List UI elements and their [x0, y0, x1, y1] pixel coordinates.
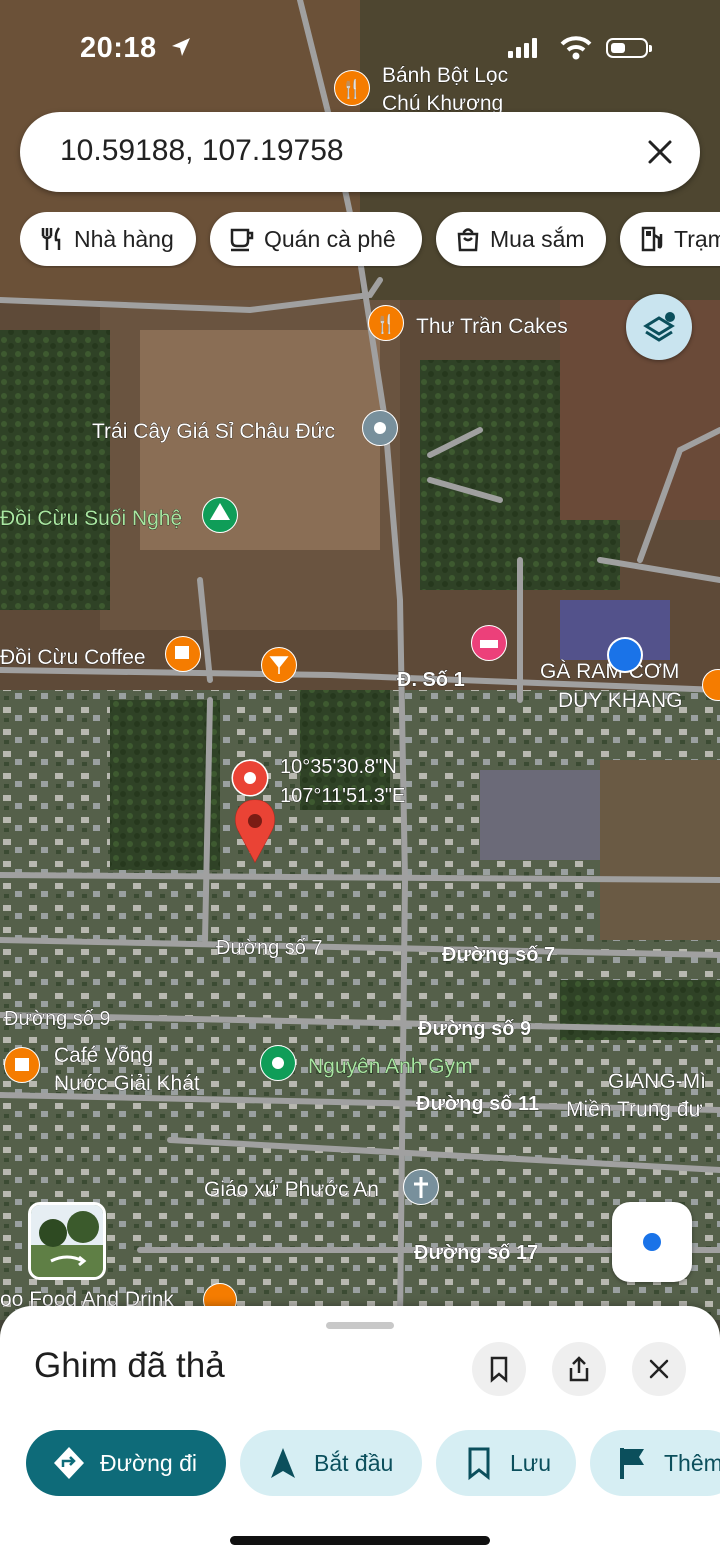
status-time: 20:18 — [80, 32, 157, 64]
satellite-map[interactable]: 🍴 Bánh Bột Lọc Chú Khương 🍴 Thư Trần Cak… — [0, 0, 720, 1320]
current-location-dot — [607, 637, 643, 673]
place-label: Đồi Cừu Coffee — [0, 646, 146, 669]
coffee-icon — [175, 646, 189, 659]
place-label: Nước Giải Khát — [54, 1072, 200, 1095]
share-icon — [569, 1356, 589, 1382]
street-view-icon — [31, 1205, 103, 1277]
place-label: GIANG-Mì — [608, 1070, 706, 1093]
cellular-signal-icon — [508, 38, 537, 58]
place-label: Café Võng — [54, 1044, 153, 1067]
place-label: Giáo xứ Phước An — [204, 1178, 379, 1201]
status-bar: 20:18 — [0, 0, 720, 96]
road-label: Đường số 7 — [442, 944, 555, 966]
road-label: Đ. Số 1 — [397, 669, 465, 691]
place-label: Trái Cây Giá Sỉ Châu Đức — [92, 420, 335, 443]
fork-knife-icon — [41, 227, 61, 250]
road-label: Đường số 9 — [4, 1008, 111, 1030]
road-label: Đường số 11 — [416, 1093, 539, 1115]
chip-restaurants[interactable]: Nhà hàng — [20, 212, 196, 266]
close-icon — [649, 1359, 669, 1379]
place-label: DUY KHANG — [558, 689, 682, 712]
layers-icon — [643, 312, 675, 342]
search-bar[interactable]: 10.59188, 107.19758 — [20, 112, 700, 192]
layers-button[interactable] — [626, 294, 692, 360]
save-icon-button[interactable] — [472, 1342, 526, 1396]
more-button[interactable]: Thêm — [590, 1430, 720, 1496]
sheet-drag-handle[interactable] — [326, 1322, 394, 1329]
gas-station-icon — [641, 226, 663, 252]
battery-icon — [606, 38, 652, 58]
search-query[interactable]: 10.59188, 107.19758 — [60, 134, 344, 168]
my-location-icon — [643, 1233, 661, 1251]
save-button[interactable]: Lưu — [436, 1430, 576, 1496]
gym-icon — [272, 1057, 284, 1069]
place-label: Miền Trung đư — [566, 1098, 703, 1121]
bookmark-icon — [468, 1447, 490, 1481]
category-chips: Nhà hàng Quán cà phê Mua sắm Trạm — [20, 212, 720, 268]
directions-icon — [54, 1447, 84, 1479]
shopping-bag-icon — [457, 228, 479, 252]
location-arrow-icon — [172, 38, 190, 56]
pin-coordinates-lon: 107°11'51.3"E — [280, 785, 405, 807]
sheet-title: Ghim đã thả — [34, 1346, 225, 1385]
my-location-button[interactable] — [612, 1202, 692, 1282]
share-button[interactable] — [552, 1342, 606, 1396]
chip-coffee[interactable]: Quán cà phê — [210, 212, 422, 266]
road-label: Đường số 9 — [418, 1018, 531, 1040]
navigation-arrow-icon — [271, 1448, 295, 1478]
place-marker-hotel[interactable] — [471, 625, 507, 661]
wifi-icon — [560, 36, 592, 60]
start-button[interactable]: Bắt đầu — [240, 1430, 422, 1496]
road-label: Đường số 7 — [216, 937, 323, 959]
bookmark-icon — [490, 1356, 508, 1383]
home-indicator — [230, 1536, 490, 1545]
place-icon — [374, 422, 386, 434]
place-marker-bar[interactable] — [261, 647, 297, 683]
chip-shopping[interactable]: Mua sắm — [436, 212, 606, 266]
coffee-icon — [15, 1058, 29, 1071]
place-label: Đồi Cừu Suối Nghệ — [0, 507, 182, 530]
road-label: Đường số 17 — [414, 1242, 538, 1264]
coffee-cup-icon — [230, 228, 254, 252]
place-bottom-sheet: Ghim đã thả Đường đi Bắt đầu Lưu Thêm — [0, 1306, 720, 1560]
chip-gas-station[interactable]: Trạm — [620, 212, 720, 266]
flag-icon — [620, 1448, 644, 1479]
directions-button[interactable]: Đường đi — [26, 1430, 226, 1496]
clear-search-icon[interactable] — [646, 138, 674, 166]
hotel-icon — [480, 640, 498, 648]
place-label: Nguyên Anh Gym — [308, 1055, 473, 1078]
street-view-thumbnail[interactable] — [28, 1202, 106, 1280]
pin-coordinates-lat: 10°35'30.8"N — [280, 756, 397, 778]
restaurant-icon: 🍴 — [375, 313, 397, 335]
close-sheet-button[interactable] — [632, 1342, 686, 1396]
place-label: Thư Trần Cakes — [416, 315, 568, 338]
